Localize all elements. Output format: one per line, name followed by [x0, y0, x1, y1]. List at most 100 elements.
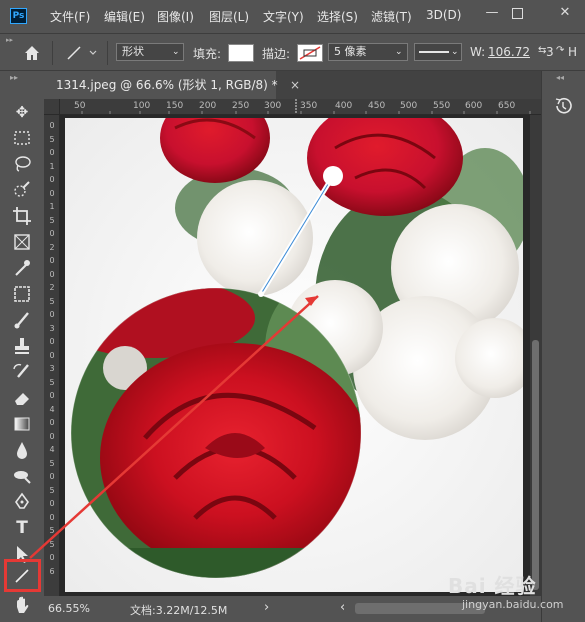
ruler-vertical-labels: 0 5 0 1 0 0 1 5 0 2 0 0 2 5 0 3 0 0 3 5 0 4 0 0 4 5 0 5 0 0 5 5 0 6	[48, 119, 56, 578]
tool-preset-picker[interactable]	[62, 43, 102, 63]
marquee-icon[interactable]	[11, 127, 33, 149]
stamp-icon[interactable]	[11, 335, 33, 357]
menu-image[interactable]: 图像(I)	[157, 8, 194, 25]
ruler-digit: 0	[49, 553, 55, 562]
ruler-digit: 0	[49, 512, 55, 522]
type-icon[interactable]: T	[11, 517, 33, 539]
ruler-digit: 0	[49, 229, 55, 238]
frame-icon[interactable]	[11, 231, 33, 253]
ruler-digit: 4	[49, 404, 55, 414]
ruler-label: 450	[368, 101, 386, 111]
healing-icon[interactable]	[11, 283, 33, 305]
minimize-icon[interactable]: —	[485, 6, 499, 20]
ruler-horizontal: 50 100 150 200 250 300 350 400 450 500 5…	[44, 99, 541, 115]
ruler-label: 200	[199, 101, 217, 111]
line-tool-highlight	[4, 559, 41, 592]
right-panel-dock: ◂◂	[541, 71, 585, 622]
menu-file[interactable]: 文件(F)	[50, 8, 90, 25]
stroke-width-field[interactable]: 5 像素 ⌄	[328, 43, 408, 61]
close-icon[interactable]: ✕	[558, 6, 572, 20]
ruler-digit: 0	[49, 121, 55, 130]
menu-select[interactable]: 选择(S)	[317, 8, 358, 25]
chevron-down-icon: ⌄	[451, 47, 459, 57]
height-label: H	[568, 45, 578, 59]
ruler-digit: 0	[49, 310, 55, 319]
lasso-icon[interactable]	[11, 153, 33, 175]
ruler-digit: 0	[49, 175, 55, 184]
ruler-label: 500	[400, 101, 418, 111]
eraser-icon[interactable]	[11, 387, 33, 409]
photoshop-logo[interactable]: Ps	[10, 8, 27, 24]
vertical-scroll-thumb[interactable]	[532, 340, 539, 590]
width-label: W:	[470, 45, 486, 59]
ruler-digit: 5	[49, 377, 55, 387]
ruler-digit: 5	[49, 539, 55, 549]
canvas-image[interactable]	[65, 118, 523, 592]
options-grip: ▸▸	[6, 34, 16, 72]
collapse-icon[interactable]: ▸▸	[10, 73, 18, 82]
width-value[interactable]: 106.72	[488, 45, 530, 59]
menu-3d[interactable]: 3D(D)	[426, 8, 461, 22]
history-panel-icon[interactable]	[552, 95, 574, 117]
document-tab[interactable]: 1314.jpeg @ 66.6% (形状 1, RGB/8) *	[44, 71, 278, 99]
brush-icon[interactable]	[11, 309, 33, 331]
hand-icon[interactable]	[11, 595, 33, 617]
ruler-label: 100	[133, 101, 151, 111]
ruler-origin[interactable]	[44, 99, 60, 115]
menu-edit[interactable]: 编辑(E)	[104, 8, 145, 25]
mode-select[interactable]: 形状 ⌄	[116, 43, 184, 61]
quick-select-icon[interactable]	[11, 179, 33, 201]
ruler-vertical: 0 5 0 1 0 0 1 5 0 2 0 0 2 5 0 3 0 0 3 5 0 4 0 0 4 5 0 5 0 0 5 5 0 6	[44, 115, 60, 596]
baidu-watermark-url: jingyan.baidu.com	[462, 598, 564, 611]
rose-photo	[65, 118, 523, 592]
ruler-digit: 5	[49, 134, 55, 144]
expand-icon[interactable]: ◂◂	[556, 73, 564, 82]
gradient-icon[interactable]	[11, 413, 33, 435]
dodge-icon[interactable]	[11, 465, 33, 487]
ruler-digit: 0	[49, 148, 55, 157]
ruler-digit: 0	[49, 350, 55, 360]
zoom-level[interactable]: 66.55%	[48, 602, 90, 615]
ruler-label: 550	[433, 101, 451, 111]
link-label: 3	[546, 45, 554, 59]
ruler-digit: 0	[49, 472, 55, 481]
ruler-digit: 1	[49, 161, 55, 171]
crop-icon[interactable]	[11, 205, 33, 227]
ruler-digit: 0	[49, 499, 55, 508]
history-brush-icon[interactable]	[11, 361, 33, 383]
ruler-digit: 2	[49, 242, 55, 252]
separator	[52, 41, 53, 65]
tools-panel: ▸▸ ✥ T	[0, 71, 44, 622]
baidu-watermark: Bai 经验	[448, 574, 537, 598]
move-icon[interactable]: ✥	[11, 101, 33, 123]
stroke-swatch[interactable]	[297, 44, 323, 62]
ruler-digit: 3	[49, 323, 55, 333]
restore-icon[interactable]	[512, 8, 523, 19]
ruler-digit: 1	[49, 202, 55, 211]
menu-layer[interactable]: 图层(L)	[209, 8, 249, 25]
blur-icon[interactable]	[11, 439, 33, 461]
ruler-digit: 5	[49, 485, 55, 495]
eyedropper-icon[interactable]	[11, 257, 33, 279]
pen-icon[interactable]	[11, 491, 33, 513]
tab-close-icon[interactable]: ×	[290, 78, 300, 92]
swap-icon[interactable]: ↷	[556, 45, 564, 56]
stroke-type-select[interactable]: ⌄	[414, 43, 462, 61]
vertical-scrollbar[interactable]	[530, 115, 541, 596]
menu-bar: Ps 文件(F) 编辑(E) 图像(I) 图层(L) 文字(Y) 选择(S) 滤…	[0, 0, 585, 32]
ruler-digit: 0	[49, 337, 55, 346]
chevron-down-icon: ⌄	[395, 47, 403, 57]
ruler-digit: 0	[49, 269, 55, 279]
ruler-digit: 0	[49, 431, 55, 441]
scroll-left-arrow[interactable]: ‹	[340, 600, 345, 615]
ruler-label: 400	[335, 101, 353, 111]
menu-filter[interactable]: 滤镜(T)	[371, 8, 412, 25]
document-size[interactable]: 文档:3.22M/12.5M	[130, 602, 227, 618]
ruler-digit: 0	[49, 418, 55, 427]
menu-type[interactable]: 文字(Y)	[263, 8, 304, 25]
home-icon[interactable]	[22, 43, 42, 63]
fill-swatch[interactable]	[228, 44, 254, 62]
ruler-digit: 2	[49, 283, 55, 292]
canvas-area[interactable]	[60, 115, 530, 596]
status-menu-arrow[interactable]: ›	[264, 600, 269, 615]
